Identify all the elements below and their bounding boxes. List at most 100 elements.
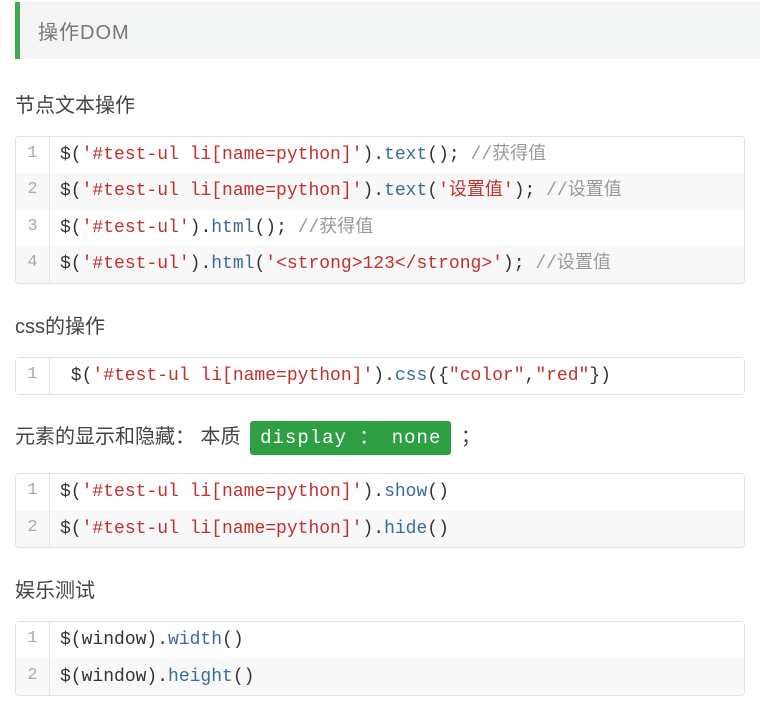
code-token: ). (190, 218, 212, 238)
callout-title: 操作DOM (38, 22, 130, 44)
section-heading-3: 元素的显示和隐藏： 本质 display ： none ； (0, 421, 760, 473)
code-token: '#test-ul li[name=python]' (82, 519, 363, 539)
line-number: 1 (16, 137, 50, 173)
code-content: $('#test-ul').html(); //获得值 (50, 210, 744, 246)
line-number: 1 (16, 622, 50, 658)
code-token: css (395, 366, 427, 386)
code-token: $( (60, 519, 82, 539)
code-block-1: 1$('#test-ul li[name=python]').text(); /… (15, 136, 745, 284)
code-token: }) (589, 366, 611, 386)
display-none-badge: display ： none (250, 421, 451, 455)
code-token: text (384, 145, 427, 165)
code-token: html (211, 218, 254, 238)
code-block-2: 1 $('#test-ul li[name=python]').css({"co… (15, 357, 745, 395)
code-token: ); (503, 254, 535, 274)
code-token: text (384, 181, 427, 201)
code-line: 1$('#test-ul li[name=python]').text(); /… (16, 137, 744, 173)
code-content: $('#test-ul li[name=python]').show() (50, 474, 744, 510)
code-token: '#test-ul li[name=python]' (92, 366, 373, 386)
code-token: '#test-ul' (82, 218, 190, 238)
code-token: (); (427, 145, 470, 165)
code-token: ). (146, 667, 168, 687)
code-token: "color" (449, 366, 525, 386)
code-token: ( (427, 181, 438, 201)
code-token: ); (514, 181, 546, 201)
code-block-4: 1$(window).width()2$(window).height() (15, 621, 745, 696)
para-prefix: 元素的显示和隐藏： 本质 (15, 426, 241, 448)
code-content: $('#test-ul li[name=python]').css({"colo… (50, 358, 744, 394)
code-token: ). (362, 145, 384, 165)
code-content: $(window).height() (50, 659, 744, 695)
code-line: 4$('#test-ul').html('<strong>123</strong… (16, 246, 744, 282)
code-token: () (233, 667, 255, 687)
section-heading-2: css的操作 (0, 310, 760, 357)
code-content: $('#test-ul li[name=python]').text(); //… (50, 137, 744, 173)
code-line: 1 $('#test-ul li[name=python]').css({"co… (16, 358, 744, 394)
code-token: //获得值 (298, 218, 374, 238)
code-token: '#test-ul li[name=python]' (82, 181, 363, 201)
code-content: $('#test-ul li[name=python]').text('设置值'… (50, 173, 744, 209)
section-heading-text: 节点文本操作 (15, 95, 135, 117)
line-number: 1 (16, 474, 50, 510)
code-token: () (427, 482, 449, 502)
code-token: ({ (427, 366, 449, 386)
callout-block: 操作DOM (15, 2, 760, 59)
code-token: '#test-ul li[name=python]' (82, 482, 363, 502)
code-token: '#test-ul li[name=python]' (82, 145, 363, 165)
code-token: window (82, 630, 147, 650)
section-heading-4: 娱乐测试 (0, 574, 760, 621)
code-token: "red" (535, 366, 589, 386)
code-line: 1$(window).width() (16, 622, 744, 658)
code-token: //获得值 (471, 145, 547, 165)
line-number: 2 (16, 659, 50, 695)
code-token: $( (60, 366, 92, 386)
code-block-3: 1$('#test-ul li[name=python]').show()2$(… (15, 473, 745, 548)
code-token: height (168, 667, 233, 687)
code-token: (); (254, 218, 297, 238)
code-token: $( (60, 218, 82, 238)
code-token: ). (146, 630, 168, 650)
code-token: show (384, 482, 427, 502)
code-line: 2$('#test-ul li[name=python]').text('设置值… (16, 173, 744, 209)
code-token: () (427, 519, 449, 539)
code-token: ). (362, 181, 384, 201)
code-token: ). (190, 254, 212, 274)
code-token: //设置值 (535, 254, 611, 274)
para-suffix: ； (461, 426, 481, 448)
code-token: html (211, 254, 254, 274)
code-line: 3$('#test-ul').html(); //获得值 (16, 210, 744, 246)
code-token: ). (362, 482, 384, 502)
code-token: $( (60, 482, 82, 502)
code-token: $( (60, 181, 82, 201)
code-line: 1$('#test-ul li[name=python]').show() (16, 474, 744, 510)
code-content: $(window).width() (50, 622, 744, 658)
code-token: $( (60, 254, 82, 274)
code-token: $( (60, 145, 82, 165)
code-token: $( (60, 667, 82, 687)
code-token: hide (384, 519, 427, 539)
code-token: '<strong>123</strong>' (265, 254, 503, 274)
line-number: 2 (16, 173, 50, 209)
code-token: width (168, 630, 222, 650)
code-token: window (82, 667, 147, 687)
code-token: '#test-ul' (82, 254, 190, 274)
code-token: //设置值 (546, 181, 622, 201)
code-content: $('#test-ul').html('<strong>123</strong>… (50, 246, 744, 282)
code-token: () (222, 630, 244, 650)
code-token: , (525, 366, 536, 386)
code-token: '设置值' (438, 181, 514, 201)
code-token: ( (254, 254, 265, 274)
code-line: 2$(window).height() (16, 659, 744, 695)
code-content: $('#test-ul li[name=python]').hide() (50, 511, 744, 547)
line-number: 2 (16, 511, 50, 547)
code-token: ). (373, 366, 395, 386)
section-heading-text: 娱乐测试 (15, 580, 95, 602)
line-number: 4 (16, 246, 50, 282)
line-number: 1 (16, 358, 50, 394)
code-line: 2$('#test-ul li[name=python]').hide() (16, 511, 744, 547)
code-token: $( (60, 630, 82, 650)
code-token: ). (362, 519, 384, 539)
section-heading-text: css的操作 (15, 316, 105, 338)
section-heading-1: 节点文本操作 (0, 89, 760, 136)
line-number: 3 (16, 210, 50, 246)
